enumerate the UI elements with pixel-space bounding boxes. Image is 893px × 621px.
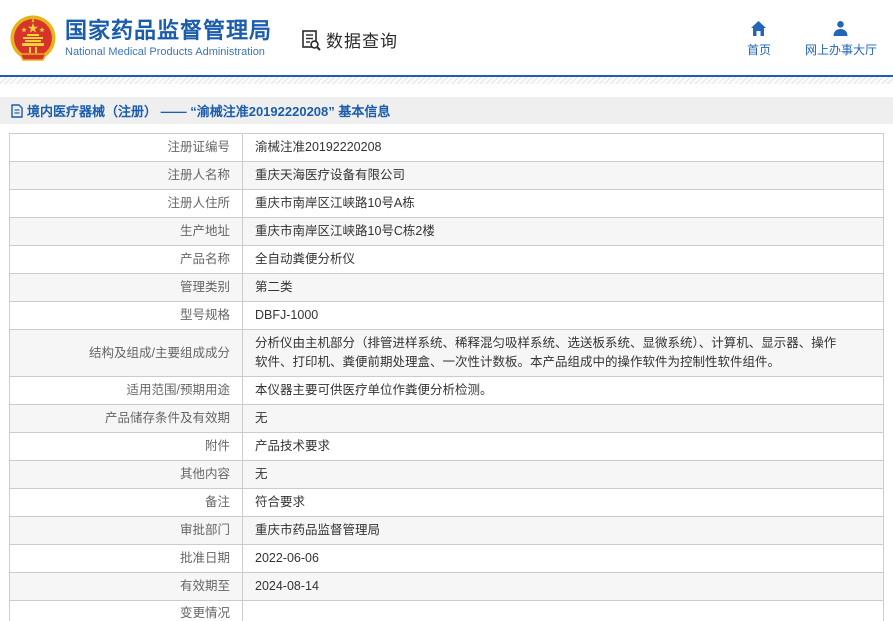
nav-item-home[interactable]: 首页 <box>747 20 771 58</box>
breadcrumb-bar: 境内医疗器械（注册） —— “渝械注准20192220208” 基本信息 <box>0 97 893 124</box>
agency-subtitle: National Medical Products Administration <box>65 45 265 58</box>
agency-title: 国家药品监督管理局 <box>65 17 273 43</box>
data-query-label: 数据查询 <box>326 32 399 51</box>
row-value: 重庆市南岸区江峡路10号C栋2楼 <box>242 217 884 246</box>
row-label: 产品名称 <box>9 245 243 274</box>
table-row: 其他内容无 <box>9 460 884 489</box>
row-value: 全自动粪便分析仪 <box>242 245 884 274</box>
row-label: 适用范围/预期用途 <box>9 376 243 405</box>
table-row: 生产地址 重庆市南岸区江峡路10号C栋2楼 <box>9 217 884 246</box>
row-label: 注册人住所 <box>9 189 243 218</box>
table-row: 产品储存条件及有效期无 <box>9 404 884 433</box>
table-row: 注册人名称 重庆天海医疗设备有限公司 <box>9 161 884 190</box>
data-query-nav[interactable]: 数据查询 <box>300 27 398 52</box>
home-icon <box>751 20 767 36</box>
row-value: 第二类 <box>242 273 884 302</box>
table-row: 注册证编号 渝械注准20192220208 <box>9 133 884 162</box>
table-row: 注册人住所 重庆市南岸区江峡路10号A栋 <box>9 189 884 218</box>
table-row: 有效期至 2024-08-14 <box>9 572 884 601</box>
row-label: 备注 <box>9 488 243 517</box>
breadcrumb-text: 境内医疗器械（注册） —— “渝械注准20192220208” 基本信息 <box>27 104 391 119</box>
row-label: 附件 <box>9 432 243 461</box>
row-value: 产品技术要求 <box>242 432 884 461</box>
person-icon <box>833 20 848 36</box>
document-icon <box>11 103 23 118</box>
nav-item-service-hall[interactable]: 网上办事大厅 <box>805 20 877 58</box>
table-row: 备注 符合要求 <box>9 488 884 517</box>
info-table-body: 注册证编号 渝械注准20192220208 注册人名称 重庆天海医疗设备有限公司 注册人… <box>9 133 884 621</box>
row-label: 变更情况 <box>9 600 243 621</box>
table-row: 管理类别 第二类 <box>9 273 884 302</box>
row-label: 有效期至 <box>9 572 243 601</box>
header-divider-hatch <box>0 77 893 84</box>
row-value: 2024-08-14 <box>242 572 884 601</box>
row-label: 管理类别 <box>9 273 243 302</box>
row-label: 生产地址 <box>9 217 243 246</box>
document-search-icon <box>302 29 321 51</box>
row-value: 2022-06-06 <box>242 544 884 573</box>
row-value: DBFJ-1000 <box>242 301 884 330</box>
row-value: 分析仪由主机部分（排管进样系统、稀释混匀吸样系统、选送板系统、显微系统）、计算机… <box>242 329 884 377</box>
top-nav: 首页 网上办事大厅 <box>747 20 877 58</box>
table-row: 变更情况 <box>9 600 884 621</box>
national-emblem-logo <box>10 15 56 61</box>
nav-home-label: 首页 <box>746 42 771 57</box>
row-value: 符合要求 <box>242 488 884 517</box>
row-value: 无 <box>242 404 884 433</box>
row-label: 其他内容 <box>9 460 243 489</box>
table-row: 结构及组成/主要组成成分 分析仪由主机部分（排管进样系统、稀释混匀吸样系统、选送板… <box>9 329 884 377</box>
table-row: 附件 产品技术要求 <box>9 432 884 461</box>
top-header: 国家药品监督管理局 National Medical Products Admi… <box>0 0 893 75</box>
row-label: 型号规格 <box>9 301 243 330</box>
row-value: 重庆市药品监督管理局 <box>242 516 884 545</box>
row-value: 重庆市南岸区江峡路10号A栋 <box>242 189 884 218</box>
table-row: 审批部门 重庆市药品监督管理局 <box>9 516 884 545</box>
registration-info-table: 注册证编号 渝械注准20192220208 注册人名称 重庆天海医疗设备有限公司 注册人… <box>9 133 884 621</box>
row-label: 结构及组成/主要组成成分 <box>9 329 243 377</box>
table-row: 适用范围/预期用途 本仪器主要可供医疗单位作粪便分析检测。 <box>9 376 884 405</box>
row-value: 重庆天海医疗设备有限公司 <box>242 161 884 190</box>
row-label: 注册证编号 <box>9 133 243 162</box>
table-row: 批准日期 2022-06-06 <box>9 544 884 573</box>
row-value: 无 <box>242 460 884 489</box>
row-label: 审批部门 <box>9 516 243 545</box>
nav-service-hall-label: 网上办事大厅 <box>804 42 877 57</box>
registration-info-table-wrap: 注册证编号 渝械注准20192220208 注册人名称 重庆天海医疗设备有限公司 注册人… <box>9 133 884 621</box>
row-label: 产品储存条件及有效期 <box>9 404 243 433</box>
brand-block: 国家药品监督管理局 National Medical Products Admi… <box>65 18 272 58</box>
table-row: 型号规格 DBFJ-1000 <box>9 301 884 330</box>
row-value <box>242 600 884 621</box>
breadcrumb: 境内医疗器械（注册） —— “渝械注准20192220208” 基本信息 <box>10 101 390 120</box>
table-row: 产品名称 全自动粪便分析仪 <box>9 245 884 274</box>
row-label: 注册人名称 <box>9 161 243 190</box>
row-value: 本仪器主要可供医疗单位作粪便分析检测。 <box>242 376 884 405</box>
row-label: 批准日期 <box>9 544 243 573</box>
row-value: 渝械注准20192220208 <box>242 133 884 162</box>
